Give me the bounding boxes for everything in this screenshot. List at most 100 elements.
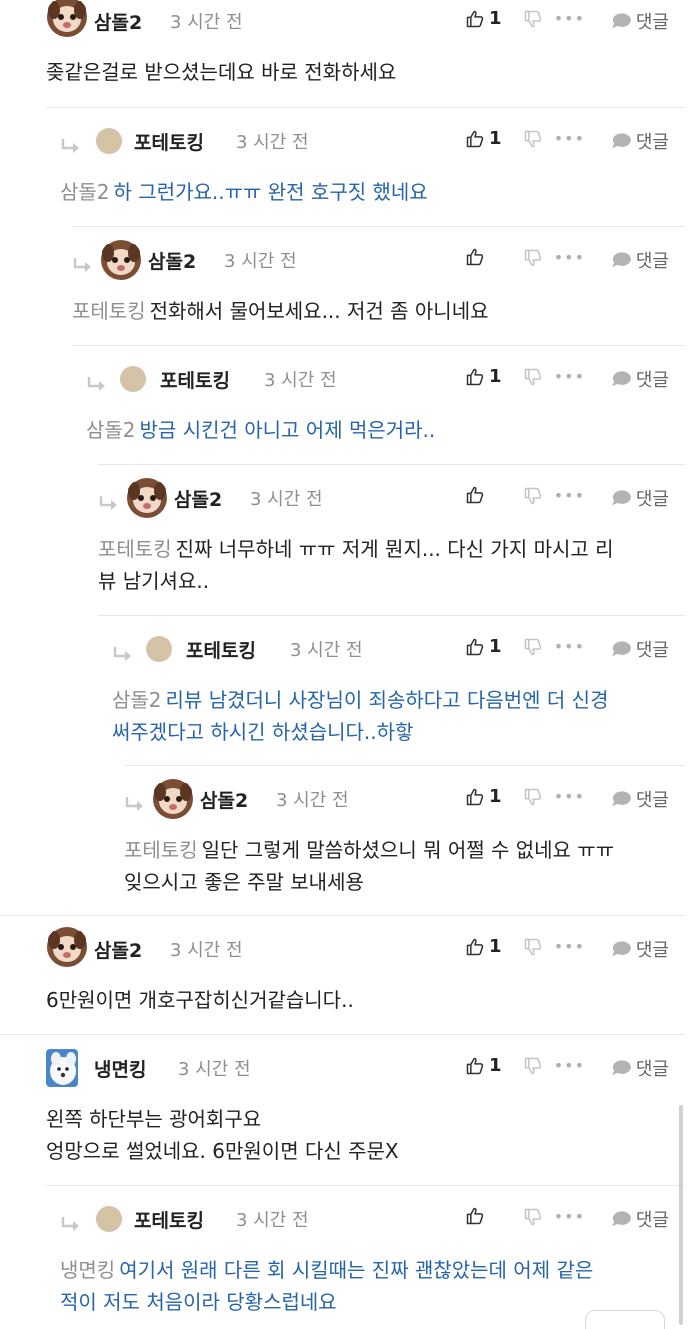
reply-button[interactable]: 댓글 [610,485,669,511]
comment-text: 왼쪽 하단부는 광어회구요 [46,1107,262,1131]
like-button[interactable]: 1 [465,786,502,807]
author-name[interactable]: 포테토킹 [134,1206,204,1233]
author-name[interactable]: 삼돌2 [148,247,196,274]
thumbs-down-icon[interactable] [523,637,543,657]
load-more-button[interactable] [585,1310,665,1329]
avatar[interactable] [96,1206,122,1232]
like-count: 1 [489,128,502,149]
comment-text: 여기서 원래 다른 회 시킬때는 진짜 괜찮았는데 어제 같은 [119,1258,594,1282]
reply-button[interactable]: 댓글 [610,786,669,812]
reply-label: 댓글 [635,940,669,961]
comment-text-line-2: 써주겠다고 하시긴 하셨습니다..하핳 [112,720,414,744]
comment-text-line-2: 적이 저도 처음이라 당황스럽네요 [60,1290,337,1314]
thumbs-down-icon[interactable] [523,937,543,957]
mention[interactable]: 삼돌2 [86,418,136,442]
mention[interactable]: 포테토킹 [72,299,146,323]
author-name[interactable]: 포테토킹 [134,128,204,155]
avatar[interactable] [152,778,194,820]
thumbs-down-icon[interactable] [523,248,543,268]
like-button[interactable]: 1 [465,636,502,657]
comment: 삼돌2 3 시간 전 1 ••• 댓글 포테토킹 일단 그렇게 말씀하셨으니 뭐 … [124,765,685,915]
comment-text: 진짜 너무하네 ㅠㅠ 저게 뭔지... 다신 가지 마시고 리 [175,537,614,561]
reply-arrow-icon [98,495,120,511]
speech-bubble-icon [610,132,632,150]
avatar[interactable] [96,128,122,154]
like-button[interactable]: 1 [465,8,502,29]
thumbs-down-icon[interactable] [523,1056,543,1076]
mention[interactable]: 삼돌2 [60,180,110,204]
like-button[interactable]: 1 [465,936,502,957]
comment-body: 왼쪽 하단부는 광어회구요 엉망으로 썰었네요. 6만원이면 다신 주문X [46,1103,399,1167]
more-options-button[interactable]: ••• [554,937,585,956]
reply-button[interactable]: 댓글 [610,128,669,154]
comment-body: 포테토킹 전화해서 물어보세요... 저건 좀 아니네요 [72,295,489,327]
reply-label: 댓글 [635,251,669,272]
more-options-button[interactable]: ••• [554,486,585,505]
reply-label: 댓글 [635,12,669,33]
reply-button[interactable]: 댓글 [610,8,669,34]
reply-arrow-icon [60,138,82,154]
mention[interactable]: 삼돌2 [112,688,162,712]
more-options-button[interactable]: ••• [554,129,585,148]
comment-text: 전화해서 물어보세요... 저건 좀 아니네요 [149,299,489,323]
more-options-button[interactable]: ••• [554,1056,585,1075]
like-button[interactable] [465,1206,501,1226]
avatar[interactable] [46,1049,78,1087]
thumbs-up-icon [465,637,485,657]
like-count: 1 [489,636,502,657]
author-name[interactable]: 포테토킹 [160,366,230,393]
thumbs-down-icon[interactable] [523,129,543,149]
author-name[interactable]: 삼돌2 [94,936,142,963]
comment: 삼돌2 3 시간 전 1 ••• 댓글 좆같은걸로 받으셨는데요 바로 전화하세… [0,0,685,84]
like-count: 1 [489,8,502,29]
more-options-button[interactable]: ••• [554,1207,585,1226]
like-button[interactable] [465,485,501,505]
more-options-button[interactable]: ••• [554,248,585,267]
like-count: 1 [489,1055,502,1076]
reply-button[interactable]: 댓글 [610,1055,669,1081]
comment: 포테토킹 3 시간 전 1 ••• 댓글 삼돌2 하 그런가요..ㅠㅠ 완전 호구… [46,107,685,226]
avatar[interactable] [100,239,142,281]
reply-arrow-icon [86,376,108,392]
reply-button[interactable]: 댓글 [610,636,669,662]
reply-button[interactable]: 댓글 [610,247,669,273]
comment: 포테토킹 3 시간 전 ••• 댓글 냉면킹 여기서 원래 다른 회 시킬때는 진… [46,1185,685,1329]
like-button[interactable]: 1 [465,366,502,387]
thumbs-down-icon[interactable] [523,787,543,807]
avatar[interactable] [126,477,168,519]
thumbs-up-icon [465,367,485,387]
mention[interactable]: 냉면킹 [60,1258,115,1282]
speech-bubble-icon [610,489,632,507]
reply-button[interactable]: 댓글 [610,936,669,962]
avatar[interactable] [46,0,88,38]
timestamp: 3 시간 전 [170,940,243,961]
more-options-button[interactable]: ••• [554,637,585,656]
reply-arrow-icon [112,646,134,662]
reply-button[interactable]: 댓글 [610,1206,669,1232]
scrollbar[interactable] [679,1105,683,1325]
thumbs-down-icon[interactable] [523,9,543,29]
author-name[interactable]: 포테토킹 [186,636,256,663]
reply-button[interactable]: 댓글 [610,366,669,392]
author-name[interactable]: 삼돌2 [174,485,222,512]
thumbs-down-icon[interactable] [523,367,543,387]
like-button[interactable]: 1 [465,128,502,149]
more-options-button[interactable]: ••• [554,9,585,28]
more-options-button[interactable]: ••• [554,367,585,386]
thumbs-up-icon [465,937,485,957]
author-name[interactable]: 삼돌2 [94,8,142,35]
comment-text: 방금 시킨건 아니고 어제 먹은거라.. [139,418,436,442]
speech-bubble-icon [610,370,632,388]
mention[interactable]: 포테토킹 [124,838,198,862]
like-button[interactable] [465,247,501,267]
avatar[interactable] [46,926,88,968]
author-name[interactable]: 삼돌2 [200,786,248,813]
thumbs-down-icon[interactable] [523,1207,543,1227]
author-name[interactable]: 냉면킹 [94,1055,146,1082]
thumbs-down-icon[interactable] [523,486,543,506]
like-button[interactable]: 1 [465,1055,502,1076]
more-options-button[interactable]: ••• [554,787,585,806]
avatar[interactable] [120,366,146,392]
mention[interactable]: 포테토킹 [98,537,172,561]
avatar[interactable] [146,636,172,662]
